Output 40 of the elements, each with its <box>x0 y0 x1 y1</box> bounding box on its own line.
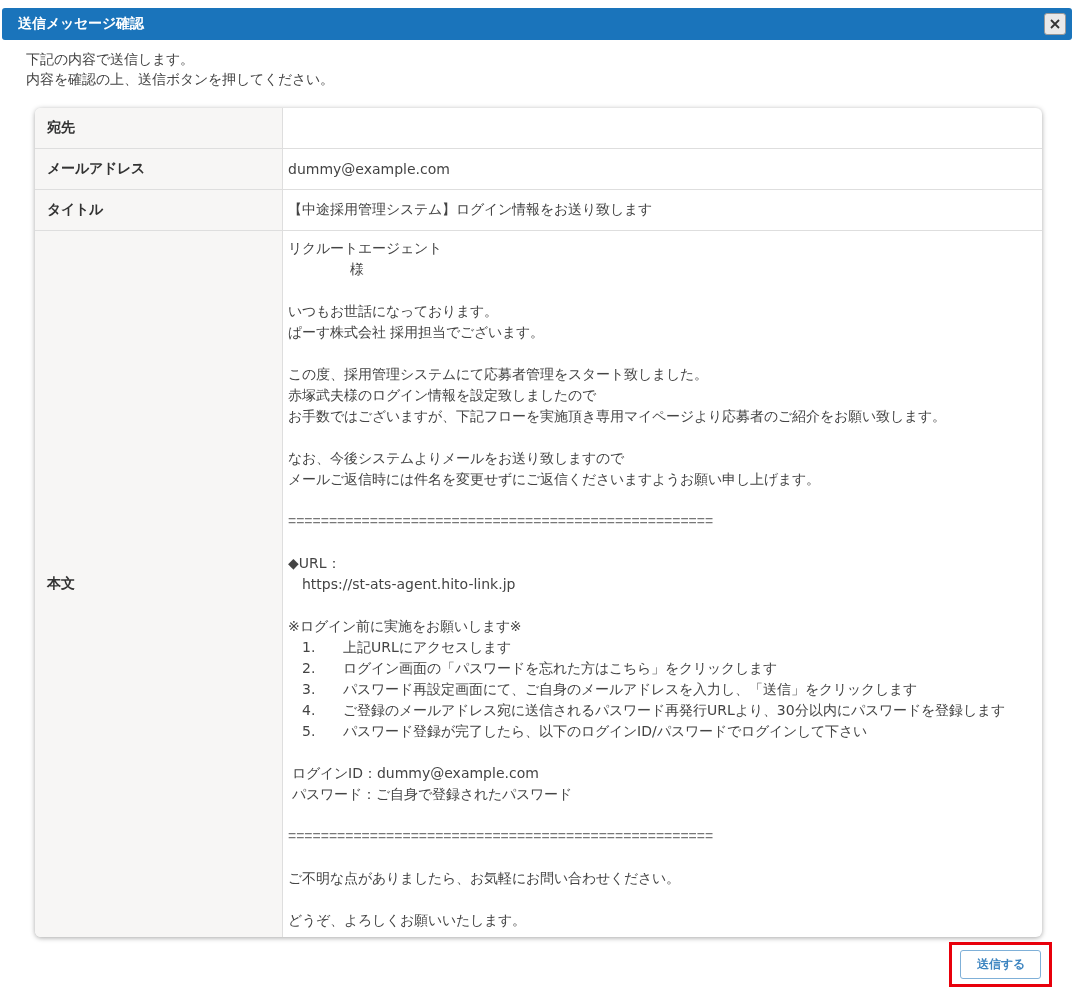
message-line: リクルートエージェント <box>288 239 443 258</box>
step-text: パスワード登録が完了したら、以下のログインID/パスワードでログインして下さい <box>343 722 868 741</box>
message-line: ※ログイン前に実施をお願いします※ <box>288 617 523 636</box>
field-value: 【中途採用管理システム】ログイン情報をお送り致します <box>288 201 652 219</box>
separator-line-text: ==================================================== <box>288 827 715 846</box>
instruction-text: 内容を確認の上、送信ボタンを押してください。 <box>26 70 335 89</box>
message-line: 様 <box>349 260 365 279</box>
step-number: 2. <box>302 659 317 678</box>
field-label-cell: 本文 <box>35 231 283 937</box>
message-line: ◆URL： <box>288 554 342 573</box>
field-label-cell: 宛先 <box>35 108 283 148</box>
step-text: パスワード再設定画面にて、ご自身のメールアドレスを入力し、「送信」をクリックします <box>343 680 918 699</box>
message-line: お手数ではございますが、下記フローを実施頂き専用マイページより応募者のご紹介をお願い致します。 <box>288 407 947 426</box>
dialog-title: 送信メッセージ確認 <box>18 15 144 33</box>
message-line: 赤塚武夫様のログイン情報を設定致しましたので <box>288 386 597 405</box>
step-text: ログイン画面の「パスワードを忘れた方はこちら」をクリックします <box>343 659 778 678</box>
message-line: この度、採用管理システムにて応募者管理をスタート致しました。 <box>288 365 709 384</box>
field-value: dummy@example.com <box>288 161 450 177</box>
step-number: 4. <box>302 701 317 720</box>
message-line: なお、今後システムよりメールをお送り致しますので <box>288 449 625 468</box>
separator-line-text: ==================================================== <box>288 512 715 531</box>
field-label-cell: メールアドレス <box>35 149 283 189</box>
step-number: 5. <box>302 722 317 741</box>
step-text: ご登録のメールアドレス宛に送信されるパスワード再発行URLより、30分以内にパスワードを登録します <box>343 701 1006 720</box>
step-number: 1. <box>302 638 317 657</box>
message-line: メールご返信時には件名を変更せずにご返信くださいますようお願い申し上げます。 <box>288 470 821 489</box>
message-line: パスワード：ご自身で登録されたパスワード <box>291 785 573 804</box>
step-number: 3. <box>302 680 317 699</box>
url-text: https://st-ats-agent.hito-link.jp <box>301 575 517 594</box>
field-label-cell: タイトル <box>35 190 283 230</box>
message-line: どうぞ、よろしくお願いいたします。 <box>288 911 527 930</box>
message-line: ご不明な点がありましたら、お気軽にお問い合わせください。 <box>288 869 681 888</box>
message-line: ログインID：dummy@example.com <box>291 764 540 783</box>
step-text: 上記URLにアクセスします <box>343 638 512 657</box>
send-button[interactable]: 送信する <box>960 950 1041 979</box>
message-line: ぱーす株式会社 採用担当でございます。 <box>288 323 546 342</box>
close-button[interactable] <box>1044 13 1066 35</box>
instruction-text: 下記の内容で送信します。 <box>26 50 195 69</box>
message-line: いつもお世話になっております。 <box>288 302 499 321</box>
close-icon <box>1050 19 1060 29</box>
